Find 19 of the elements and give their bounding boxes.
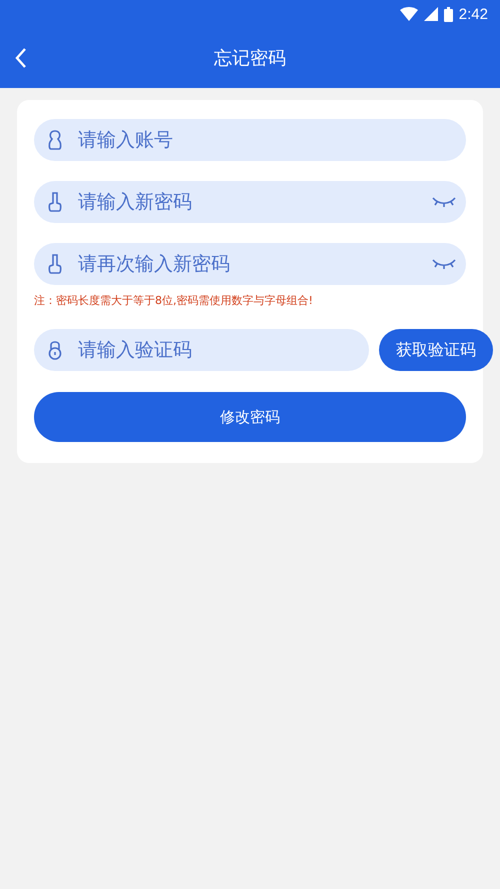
input-field[interactable]: 请输入验证码: [34, 329, 369, 371]
closed-eye-icon[interactable]: [432, 196, 456, 208]
password-hint: 注：密码长度需大于等于8位,密码需使用数字与字母组合!: [34, 293, 314, 308]
lock-icon: [48, 340, 62, 360]
signal-icon: [424, 7, 438, 21]
status-time: 2:42: [458, 6, 488, 22]
input-field[interactable]: 请再次输入新密码: [34, 243, 466, 285]
input-field[interactable]: 请输入新密码: [34, 181, 466, 223]
closed-eye-icon[interactable]: [432, 258, 456, 270]
get-code-button[interactable]: 获取验证码: [379, 329, 493, 371]
battery-icon: [444, 6, 453, 22]
input-field[interactable]: 请输入账号: [34, 119, 466, 161]
wifi-icon: [400, 7, 418, 21]
page-title: 忘记密码: [214, 47, 286, 70]
submit-button[interactable]: 修改密码: [34, 392, 466, 442]
person-icon: [48, 130, 62, 150]
back-icon: [14, 47, 28, 69]
key-icon: [48, 254, 62, 274]
key-icon: [48, 192, 62, 212]
